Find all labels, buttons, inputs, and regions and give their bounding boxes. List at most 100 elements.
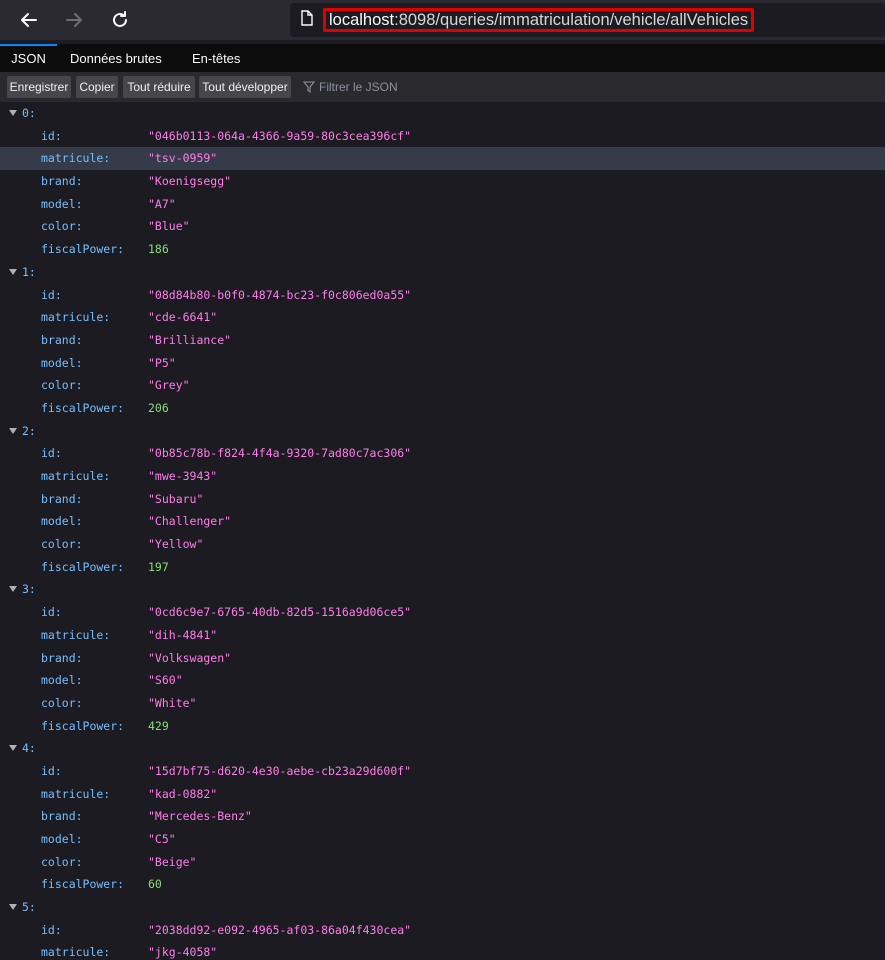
- copy-button[interactable]: Copier: [76, 76, 118, 98]
- reload-icon: [113, 11, 127, 27]
- property-key: color:: [41, 219, 83, 234]
- json-object-row[interactable]: 5:: [0, 896, 885, 919]
- filter-json-input[interactable]: Filtrer le JSON: [302, 76, 398, 98]
- property-value: "15d7bf75-d620-4e30-aebe-cb23a29d600f": [148, 763, 412, 778]
- json-property-row[interactable]: fiscalPower: 197: [0, 556, 885, 579]
- tab-json[interactable]: JSON: [0, 44, 57, 74]
- property-key: model:: [41, 196, 83, 211]
- tab-headers[interactable]: En-têtes: [192, 44, 240, 72]
- tab-raw-data[interactable]: Données brutes: [70, 44, 162, 72]
- json-property-row[interactable]: fiscalPower: 60: [0, 873, 885, 896]
- property-value: "kad-0882": [148, 786, 218, 801]
- json-property-row[interactable]: brand: "Koenigsegg": [0, 170, 885, 193]
- json-object-row[interactable]: 1:: [0, 261, 885, 284]
- property-key: matricule:: [41, 469, 111, 483]
- json-property-row[interactable]: matricule: "kad-0882": [0, 783, 885, 806]
- expand-toggle-icon[interactable]: [9, 427, 17, 434]
- json-property-row[interactable]: brand: "Brilliance": [0, 329, 885, 352]
- property-key: fiscalPower:: [41, 718, 125, 733]
- expand-toggle-icon[interactable]: [9, 745, 17, 752]
- json-property-row[interactable]: model: "P5": [0, 352, 885, 375]
- save-button[interactable]: Enregistrer: [7, 76, 71, 98]
- property-key: id:: [41, 922, 62, 937]
- json-property-row[interactable]: id: "08d84b80-b0f0-4874-bc23-f0c806ed0a55…: [0, 284, 885, 307]
- object-index: 5:: [22, 900, 36, 915]
- property-key: id:: [41, 128, 62, 143]
- filter-icon: [302, 81, 316, 94]
- json-property-row[interactable]: matricule: "dih-4841": [0, 624, 885, 647]
- reload-button[interactable]: [105, 6, 135, 34]
- json-property-row[interactable]: model: "A7": [0, 193, 885, 216]
- property-value: "0b85c78b-f824-4f4a-9320-7ad80c7ac306": [148, 446, 412, 461]
- json-property-row[interactable]: brand: "Subaru": [0, 488, 885, 511]
- expand-toggle-icon[interactable]: [9, 110, 17, 116]
- filter-placeholder: Filtrer le JSON: [319, 80, 398, 94]
- json-property-row[interactable]: model: "C5": [0, 828, 885, 851]
- json-object-row[interactable]: 0:: [0, 102, 885, 125]
- json-toolbar: Enregistrer Copier Tout réduire Tout dév…: [0, 72, 885, 102]
- page-icon: [301, 10, 313, 26]
- property-key: brand:: [41, 174, 83, 189]
- property-key: fiscalPower:: [41, 559, 125, 574]
- property-value: "Challenger": [148, 514, 232, 529]
- property-key: id:: [41, 605, 62, 620]
- json-object-row[interactable]: 3:: [0, 578, 885, 601]
- property-key: matricule:: [41, 151, 111, 166]
- json-property-row[interactable]: color: "Beige": [0, 851, 885, 874]
- json-property-row[interactable]: fiscalPower: 186: [0, 238, 885, 261]
- json-property-row[interactable]: id: "0cd6c9e7-6765-40db-82d5-1516a9d06ce5…: [0, 601, 885, 624]
- expand-toggle-icon[interactable]: [9, 268, 17, 275]
- viewer-tabs: JSON Données brutes En-têtes: [0, 44, 885, 72]
- json-property-row[interactable]: brand: "Volkswagen": [0, 647, 885, 670]
- property-value: "tsv-0959": [148, 151, 218, 166]
- property-value: 60: [148, 877, 162, 892]
- property-value: 429: [148, 718, 169, 733]
- json-tree: 0: id: "046b0113-064a-4366-9a59-80c3cea396…: [0, 102, 885, 960]
- property-key: fiscalPower:: [41, 400, 125, 415]
- json-property-row[interactable]: fiscalPower: 206: [0, 397, 885, 420]
- json-property-row[interactable]: matricule: "jkg-4058": [0, 941, 885, 960]
- property-value: "Beige": [148, 854, 197, 869]
- property-value: "cde-6641": [148, 310, 218, 325]
- url-bar[interactable]: localhost:8098/queries/immatriculation/v…: [290, 3, 885, 37]
- collapse-all-button[interactable]: Tout réduire: [123, 76, 195, 98]
- url-host: localhost: [329, 11, 395, 29]
- property-key: fiscalPower:: [41, 877, 125, 892]
- json-property-row[interactable]: color: "Grey": [0, 374, 885, 397]
- property-key: fiscalPower:: [41, 242, 125, 257]
- json-property-row[interactable]: fiscalPower: 429: [0, 715, 885, 738]
- property-key: color:: [41, 378, 83, 393]
- property-key: brand:: [41, 491, 83, 506]
- json-object-row[interactable]: 4:: [0, 737, 885, 760]
- json-property-row[interactable]: model: "S60": [0, 669, 885, 692]
- json-property-row[interactable]: color: "Blue": [0, 215, 885, 238]
- property-key: brand:: [41, 809, 83, 824]
- object-index: 0:: [22, 106, 36, 120]
- json-property-row[interactable]: color: "Yellow": [0, 533, 885, 556]
- json-property-row[interactable]: matricule: "mwe-3943": [0, 465, 885, 488]
- forward-button[interactable]: [59, 6, 89, 34]
- json-property-row[interactable]: id: "0b85c78b-f824-4f4a-9320-7ad80c7ac306…: [0, 442, 885, 465]
- property-value: "Subaru": [148, 491, 204, 506]
- json-property-row[interactable]: id: "046b0113-064a-4366-9a59-80c3cea396cf…: [0, 125, 885, 148]
- json-object-row[interactable]: 2:: [0, 420, 885, 443]
- json-property-row[interactable]: matricule: "tsv-0959": [0, 147, 885, 171]
- property-key: matricule:: [41, 945, 111, 960]
- json-property-row[interactable]: id: "15d7bf75-d620-4e30-aebe-cb23a29d600f…: [0, 760, 885, 783]
- property-key: model:: [41, 355, 83, 370]
- property-key: color:: [41, 854, 83, 869]
- url-text[interactable]: localhost:8098/queries/immatriculation/v…: [323, 8, 755, 32]
- property-key: matricule:: [41, 627, 111, 642]
- back-button[interactable]: [14, 6, 44, 34]
- property-value: "White": [148, 695, 197, 710]
- expand-all-button[interactable]: Tout développer: [199, 76, 291, 98]
- json-property-row[interactable]: id: "2038dd92-e092-4965-af03-86a04f430cea…: [0, 919, 885, 942]
- property-key: model:: [41, 832, 83, 846]
- json-property-row[interactable]: matricule: "cde-6641": [0, 306, 885, 329]
- expand-toggle-icon[interactable]: [9, 904, 17, 911]
- json-property-row[interactable]: model: "Challenger": [0, 510, 885, 533]
- arrow-left-icon: [21, 13, 37, 27]
- expand-toggle-icon[interactable]: [9, 586, 17, 593]
- json-property-row[interactable]: color: "White": [0, 692, 885, 715]
- json-property-row[interactable]: brand: "Mercedes-Benz": [0, 805, 885, 828]
